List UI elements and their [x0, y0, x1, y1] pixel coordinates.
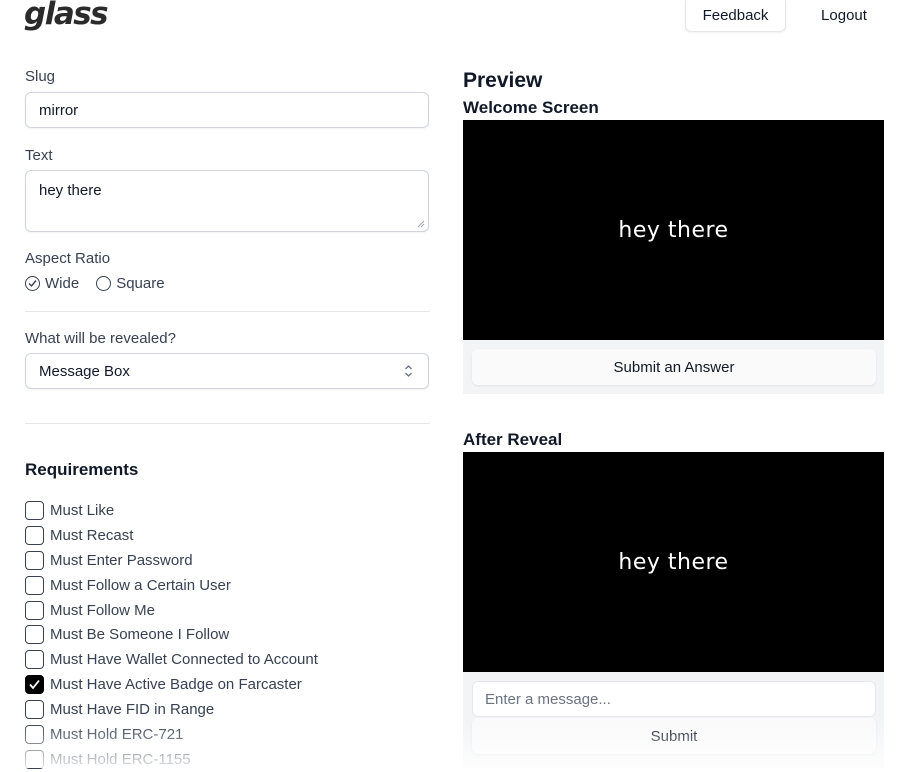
after-reveal-frame: hey there: [463, 452, 884, 672]
slug-value: mirror: [39, 101, 79, 119]
submit-answer-button[interactable]: Submit an Answer: [472, 349, 876, 385]
requirement-label[interactable]: Must Like: [50, 502, 114, 519]
check-icon: [28, 280, 37, 288]
requirement-label[interactable]: Must Enter Password: [50, 552, 193, 569]
requirement-item[interactable]: Must Have FID in Range: [25, 697, 318, 722]
chevron-up-down-icon: [405, 365, 412, 377]
requirement-item[interactable]: Must Be Someone I Follow: [25, 622, 318, 647]
logout-button[interactable]: Logout: [808, 0, 880, 32]
requirement-checkbox[interactable]: [25, 575, 44, 595]
requirement-item[interactable]: Must Have Active Badge on Farcaster: [25, 672, 318, 697]
after-reveal-title: After Reveal: [463, 430, 563, 449]
requirement-item[interactable]: Must Recast: [25, 523, 318, 548]
requirement-item[interactable]: Must Hold ERC-721: [25, 722, 318, 747]
requirement-label[interactable]: Must Be Someone I Follow: [50, 626, 229, 643]
requirement-label[interactable]: Must Recast: [50, 527, 133, 544]
divider: [25, 423, 430, 424]
requirement-item[interactable]: Must Hold ERC-1155: [25, 747, 318, 772]
welcome-frame-text: hey there: [618, 217, 729, 243]
requirement-label[interactable]: Must Follow Me: [50, 602, 155, 619]
resize-handle-icon[interactable]: [417, 220, 425, 228]
requirement-checkbox[interactable]: [25, 550, 44, 570]
text-value: hey there: [39, 182, 102, 199]
requirement-label[interactable]: Must Hold ERC-721: [50, 726, 183, 743]
app-logo[interactable]: glass: [24, 0, 109, 32]
reveal-select-value: Message Box: [39, 362, 130, 380]
requirement-checkbox[interactable]: [25, 625, 44, 645]
text-textarea[interactable]: hey there: [25, 170, 429, 232]
reveal-label: What will be revealed?: [25, 330, 176, 347]
welcome-frame: hey there: [463, 120, 884, 340]
radio-square-label[interactable]: Square: [116, 275, 164, 292]
radio-square[interactable]: [96, 276, 112, 291]
feedback-button[interactable]: Feedback: [685, 0, 786, 32]
requirement-checkbox[interactable]: [25, 525, 44, 545]
requirement-item[interactable]: Must Have Wallet Connected to Account: [25, 647, 318, 672]
requirement-label[interactable]: Must Have FID in Range: [50, 701, 214, 718]
requirement-checkbox[interactable]: [25, 749, 44, 769]
requirement-item[interactable]: Must Enter Password: [25, 548, 318, 573]
requirement-checkbox[interactable]: [25, 600, 44, 620]
after-reveal-frame-text: hey there: [618, 549, 729, 575]
message-input-placeholder: Enter a message...: [485, 690, 611, 708]
welcome-screen-title: Welcome Screen: [463, 98, 599, 117]
radio-wide[interactable]: [25, 276, 40, 291]
radio-wide-label[interactable]: Wide: [45, 275, 79, 292]
requirement-item[interactable]: Must Follow a Certain User: [25, 573, 318, 598]
requirement-checkbox[interactable]: [25, 675, 44, 695]
requirement-label[interactable]: Must Follow a Certain User: [50, 577, 231, 594]
text-label: Text: [25, 147, 53, 164]
requirements-title: Requirements: [25, 460, 139, 479]
requirement-label[interactable]: Must Have Wallet Connected to Account: [50, 651, 318, 668]
preview-title: Preview: [463, 69, 543, 92]
slug-input[interactable]: mirror: [25, 92, 429, 128]
checkmark-icon: [29, 680, 40, 690]
aspect-ratio-group: Wide Square: [25, 275, 165, 292]
submit-button[interactable]: Submit: [472, 718, 876, 754]
requirement-item[interactable]: Must Follow Me: [25, 598, 318, 623]
requirements-list: Must Like Must Recast Must Enter Password M…: [25, 498, 318, 772]
requirement-checkbox[interactable]: [25, 500, 44, 520]
requirement-checkbox[interactable]: [25, 700, 44, 720]
divider: [25, 311, 430, 312]
reveal-select[interactable]: Message Box: [25, 353, 429, 389]
slug-label: Slug: [25, 68, 56, 85]
requirement-item[interactable]: Must Like: [25, 498, 318, 523]
message-input[interactable]: Enter a message...: [472, 681, 876, 717]
requirement-checkbox[interactable]: [25, 724, 44, 744]
requirement-label[interactable]: Must Have Active Badge on Farcaster: [50, 676, 302, 693]
requirement-checkbox[interactable]: [25, 650, 44, 670]
requirement-label[interactable]: Must Hold ERC-1155: [50, 751, 191, 768]
aspect-ratio-label: Aspect Ratio: [25, 250, 111, 267]
